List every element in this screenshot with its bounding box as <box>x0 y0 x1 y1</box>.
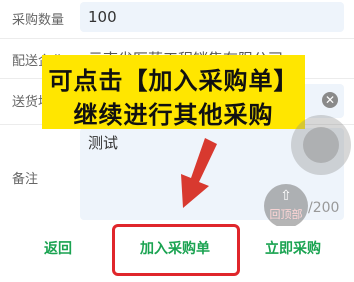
banner-line-1: 可点击【加入采购单】 <box>48 67 299 95</box>
highlight-frame <box>112 224 240 276</box>
note-label: 备注 <box>12 172 39 187</box>
divider <box>0 38 354 39</box>
pointer-arrow-icon <box>175 138 225 214</box>
back-to-top-label: 回顶部 <box>269 208 303 221</box>
floating-assistant-button[interactable] <box>291 115 351 175</box>
floating-ball-inner <box>303 127 339 163</box>
quantity-value: 100 <box>88 8 117 26</box>
buy-now-button[interactable]: 立即采购 <box>265 238 321 258</box>
back-to-top-button[interactable]: ⇧ 回顶部 <box>264 184 308 228</box>
clear-icon[interactable]: ✕ <box>322 92 338 108</box>
note-value: 测试 <box>88 134 119 152</box>
arrow-up-icon: ⇧ <box>280 188 292 204</box>
back-button[interactable]: 返回 <box>44 238 72 258</box>
banner-line-2: 继续进行其他采购 <box>73 101 274 129</box>
note-char-counter: /200 <box>308 200 340 216</box>
quantity-label: 采购数量 <box>12 13 65 28</box>
instruction-banner: 可点击【加入采购单】 继续进行其他采购 <box>42 55 305 129</box>
quantity-input[interactable] <box>80 2 344 32</box>
